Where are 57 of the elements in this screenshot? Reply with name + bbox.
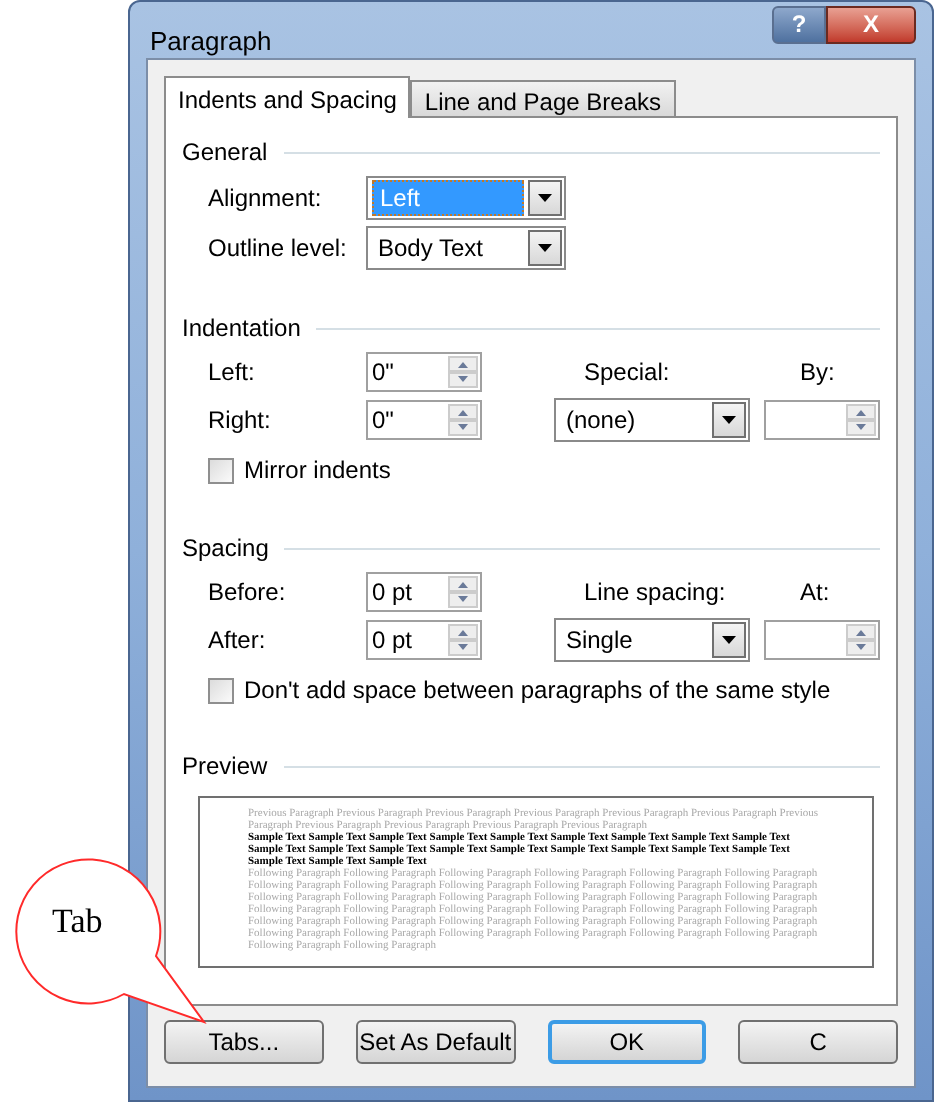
field-label: Left: [208, 356, 257, 390]
field-label: At: [800, 576, 830, 610]
dropdown-toggle[interactable] [528, 180, 562, 216]
spin-arrows-icon[interactable] [846, 624, 876, 656]
dropdown-value: (none) [563, 404, 638, 436]
checkbox[interactable] [208, 677, 234, 703]
dropdown[interactable]: Single [553, 618, 750, 662]
callout-text: Tab [52, 900, 103, 944]
spin-field[interactable]: 0 pt [366, 620, 482, 660]
spin-field[interactable]: 0" [366, 400, 482, 440]
spin-field[interactable]: 0" [366, 352, 482, 392]
field-label: Special: [584, 356, 672, 390]
checkbox-label: Mirror indents [244, 454, 391, 488]
dialog-button[interactable]: Set As Default [355, 1020, 515, 1064]
spin-value: 0" [370, 356, 396, 390]
dropdown-toggle[interactable] [711, 402, 746, 438]
field-label: Line spacing: [584, 576, 728, 610]
section-heading: Preview [182, 750, 268, 784]
dropdown-value: Body Text [376, 232, 485, 264]
window-title: Paragraph [150, 24, 274, 60]
spin-arrows-icon[interactable] [448, 356, 478, 388]
spin-arrows-icon[interactable] [448, 576, 478, 608]
spin-arrows-icon[interactable] [448, 624, 478, 656]
dropdown-arrow-icon [538, 244, 552, 252]
dropdown-toggle[interactable] [528, 230, 562, 266]
dialog-button[interactable]: C [738, 1020, 898, 1064]
section-heading: Indentation [182, 312, 301, 346]
spin-field[interactable] [764, 400, 880, 440]
section-heading: Spacing [182, 532, 269, 566]
dropdown-arrow-icon [538, 194, 552, 202]
dropdown-toggle[interactable] [711, 622, 746, 658]
field-label: Outline level: [208, 232, 349, 266]
field-label: Right: [208, 404, 273, 438]
spin-arrows-icon[interactable] [448, 404, 478, 436]
spin-value: 0" [370, 404, 396, 438]
dropdown-arrow-icon [721, 636, 736, 644]
checkbox-label: Don't add space between paragraphs of the same style [244, 674, 831, 708]
spin-field[interactable]: 0 pt [366, 572, 482, 612]
spin-value: 0 pt [370, 576, 415, 610]
dropdown-value: Single [563, 624, 635, 656]
dialog-button[interactable]: OK [547, 1020, 707, 1064]
dropdown-arrow-icon [721, 416, 736, 424]
tab[interactable]: Line and Page Breaks [410, 80, 676, 116]
spin-arrows-icon[interactable] [846, 404, 876, 436]
dialog-button[interactable]: Tabs... [164, 1020, 324, 1064]
field-label: Before: [208, 576, 288, 610]
dropdown-value: Left [372, 180, 524, 216]
field-label: Alignment: [208, 182, 324, 216]
section-heading: General [182, 136, 268, 170]
spin-value: 0 pt [370, 624, 415, 658]
spin-field[interactable] [764, 620, 880, 660]
dropdown[interactable]: Body Text [366, 226, 566, 270]
checkbox[interactable] [208, 457, 234, 483]
field-label: After: [208, 624, 268, 658]
tab[interactable]: Indents and Spacing [164, 76, 411, 118]
field-label: By: [800, 356, 835, 390]
dropdown[interactable]: (none) [553, 398, 750, 442]
